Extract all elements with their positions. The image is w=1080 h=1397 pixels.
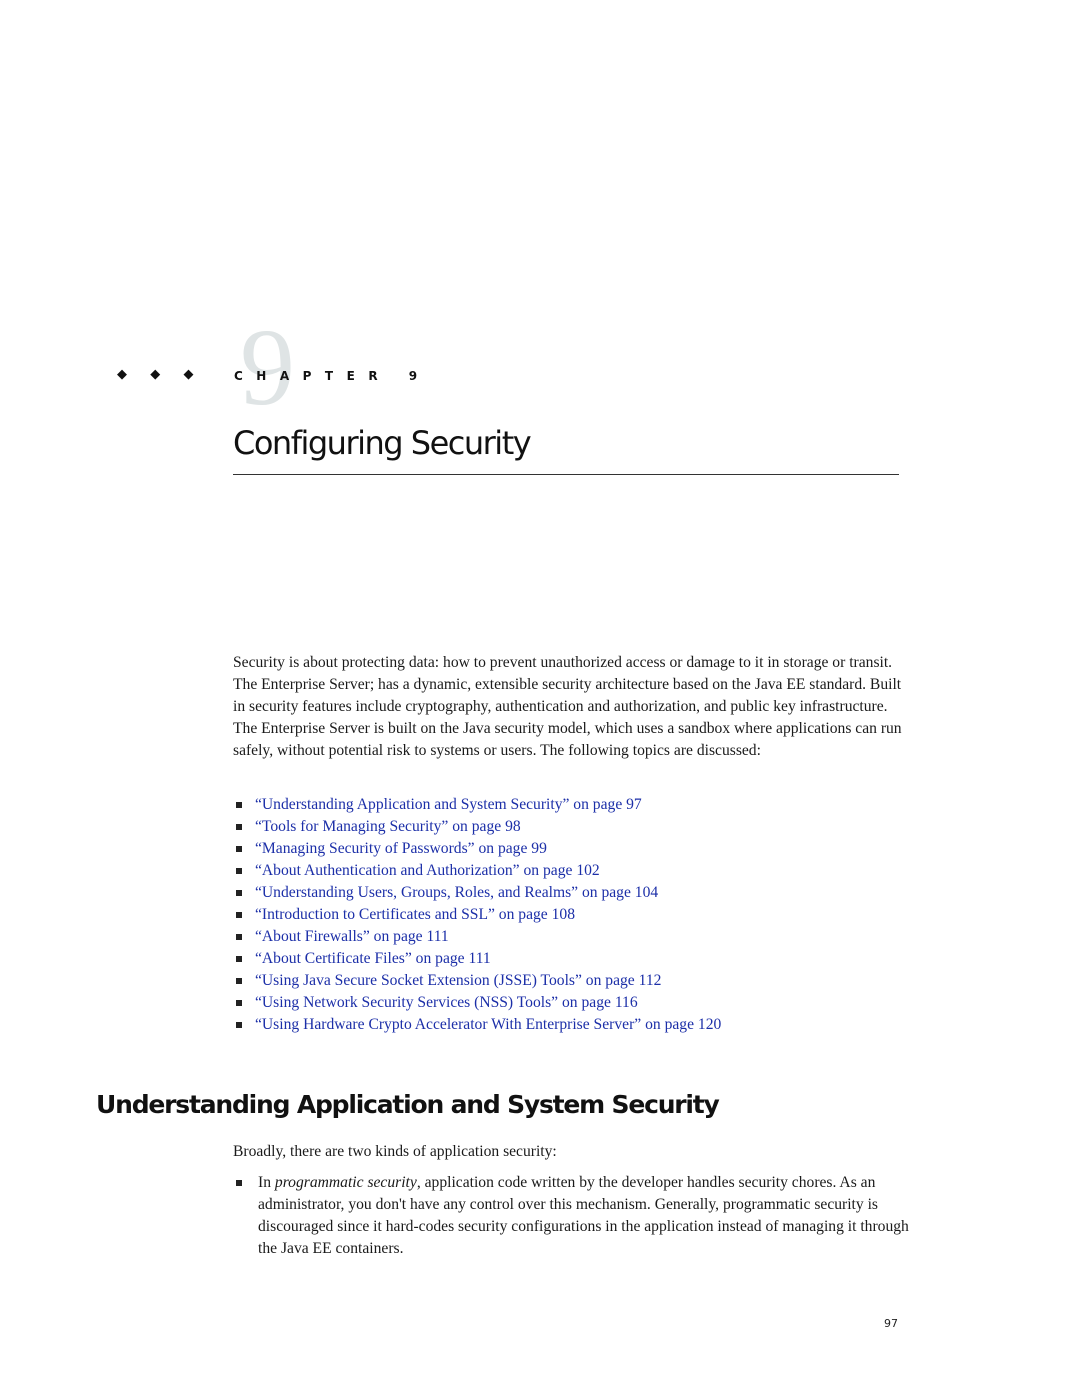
security-kinds-list: In programmatic security, application co… <box>233 1172 913 1260</box>
chapter-title: Configuring Security <box>233 424 532 462</box>
list-item: “Using Java Secure Socket Extension (JSS… <box>233 970 721 992</box>
list-item: “Understanding Application and System Se… <box>233 794 721 816</box>
bullet-icon <box>236 956 242 962</box>
section-lead: Broadly, there are two kinds of applicat… <box>233 1143 557 1160</box>
bullet-icon <box>236 868 242 874</box>
topic-link[interactable]: “About Firewalls” on page 111 <box>255 926 449 948</box>
bullet-icon <box>236 824 242 830</box>
topic-link[interactable]: “Using Hardware Crypto Accelerator With … <box>255 1014 721 1036</box>
list-item: “Using Network Security Services (NSS) T… <box>233 992 721 1014</box>
bullet-icon <box>236 1000 242 1006</box>
bullet-icon <box>236 912 242 918</box>
chapter-numeral: 9 <box>240 306 295 428</box>
item-prefix: In <box>258 1174 275 1191</box>
list-item: In programmatic security, application co… <box>233 1172 913 1260</box>
list-item: “About Authentication and Authorization”… <box>233 860 721 882</box>
list-item: “About Certificate Files” on page 111 <box>233 948 721 970</box>
bullet-icon <box>236 1180 242 1186</box>
topic-list: “Understanding Application and System Se… <box>233 794 721 1036</box>
topic-link[interactable]: “Understanding Application and System Se… <box>255 794 642 816</box>
item-emphasis: programmatic security <box>274 1174 417 1191</box>
bullet-icon <box>236 1022 242 1028</box>
topic-link[interactable]: “Managing Security of Passwords” on page… <box>255 838 547 860</box>
topic-link[interactable]: “Understanding Users, Groups, Roles, and… <box>255 882 658 904</box>
topic-link[interactable]: “Using Java Secure Socket Extension (JSS… <box>255 970 661 992</box>
bullet-icon <box>236 934 242 940</box>
bullet-icon <box>236 978 242 984</box>
section-heading: Understanding Application and System Sec… <box>96 1090 720 1119</box>
list-item: “Understanding Users, Groups, Roles, and… <box>233 882 721 904</box>
list-item: “About Firewalls” on page 111 <box>233 926 721 948</box>
topic-link[interactable]: “Using Network Security Services (NSS) T… <box>255 992 638 1014</box>
list-item: “Managing Security of Passwords” on page… <box>233 838 721 860</box>
bullet-icon <box>236 846 242 852</box>
bullet-icon <box>236 802 242 808</box>
bullet-icon <box>236 890 242 896</box>
list-item: “Tools for Managing Security” on page 98 <box>233 816 721 838</box>
intro-paragraph: Security is about protecting data: how t… <box>233 654 902 759</box>
topic-link[interactable]: “About Certificate Files” on page 111 <box>255 948 491 970</box>
page-number: 97 <box>884 1317 898 1330</box>
list-item: “Introduction to Certificates and SSL” o… <box>233 904 721 926</box>
diamond-ornament-icon: ◆ ◆ ◆ <box>117 366 204 381</box>
title-rule <box>233 474 899 475</box>
topic-link[interactable]: “Tools for Managing Security” on page 98 <box>255 816 521 838</box>
topic-link[interactable]: “Introduction to Certificates and SSL” o… <box>255 904 575 926</box>
list-item: “Using Hardware Crypto Accelerator With … <box>233 1014 721 1036</box>
topic-link[interactable]: “About Authentication and Authorization”… <box>255 860 600 882</box>
chapter-label: CHAPTER 9 <box>234 369 431 383</box>
